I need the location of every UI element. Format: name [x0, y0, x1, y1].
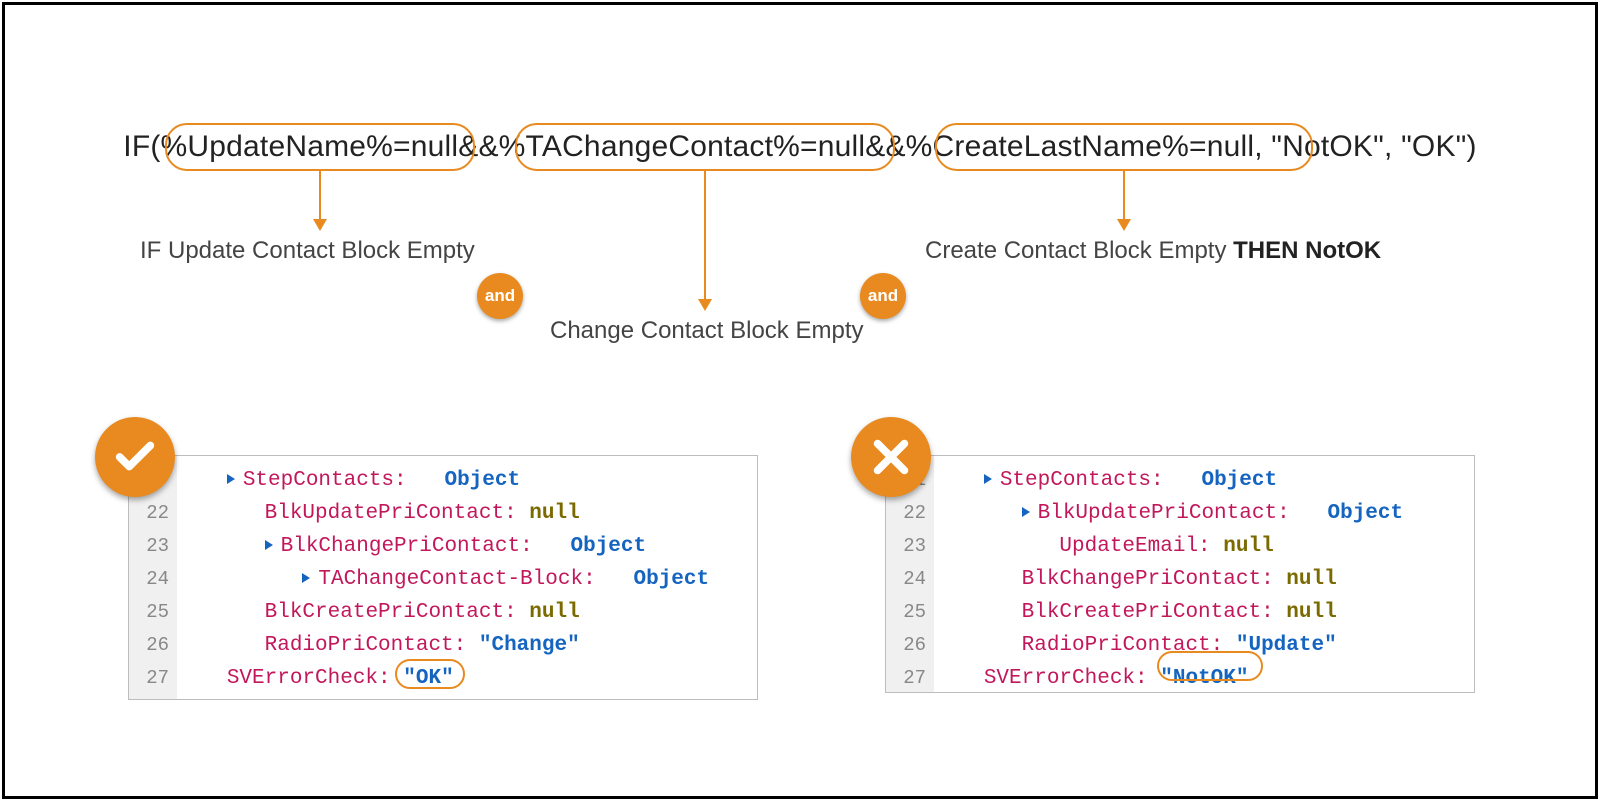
line-number: 22: [129, 497, 177, 530]
code-key: StepContacts: [1000, 469, 1151, 492]
expand-triangle-icon: [265, 540, 273, 550]
ring-ok: [395, 659, 465, 689]
line-number: 27: [129, 662, 177, 695]
code-value: Object: [571, 535, 647, 558]
line-number: 24: [129, 563, 177, 596]
code-line: StepContacts: Object: [189, 464, 747, 497]
code-value: Object: [1201, 469, 1277, 492]
check-badge: [95, 417, 175, 497]
code-line: BlkCreatePriContact: null: [946, 596, 1464, 629]
line-number: 26: [129, 629, 177, 662]
code-line: StepContacts: Object: [946, 464, 1464, 497]
explain-create: Create Contact Block Empty THEN NotOK: [925, 237, 1381, 265]
code-line: RadioPriContact: "Change": [189, 629, 747, 662]
check-icon: [112, 434, 158, 480]
line-number: 27: [886, 662, 934, 695]
diagram-frame: IF(%UpdateName%=null&&%TAChangeContact%=…: [2, 2, 1598, 799]
and-badge-2: and: [860, 273, 906, 319]
code-key: SVErrorCheck: [984, 667, 1135, 690]
cross-badge: [851, 417, 931, 497]
code-value: null: [1223, 535, 1273, 558]
pill-createlastname: [935, 123, 1313, 171]
explain-change: Change Contact Block Empty: [550, 317, 864, 345]
code-key: UpdateEmail: [1059, 535, 1198, 558]
expand-triangle-icon: [1022, 507, 1030, 517]
code-value: Object: [444, 469, 520, 492]
code-line: BlkChangePriContact: null: [946, 563, 1464, 596]
code-line: BlkChangePriContact: Object: [189, 530, 747, 563]
code-ok: StepContacts: Object BlkUpdatePriContact…: [177, 456, 757, 699]
arrow-head-1: [313, 219, 327, 231]
code-line: UpdateEmail: null: [946, 530, 1464, 563]
arrow-shaft-1: [319, 171, 321, 221]
code-value: null: [529, 601, 579, 624]
code-value: null: [1286, 568, 1336, 591]
code-line: TAChangeContact-Block: Object: [189, 563, 747, 596]
line-number: 23: [886, 530, 934, 563]
cross-icon: [868, 434, 914, 480]
line-number: 26: [886, 629, 934, 662]
code-value: null: [529, 502, 579, 525]
code-key: TAChangeContact-Block: [318, 568, 583, 591]
code-key: BlkCreatePriContact: [265, 601, 504, 624]
and-badge-1: and: [477, 273, 523, 319]
code-key: StepContacts: [243, 469, 394, 492]
code-value: "Change": [479, 634, 580, 657]
explain-create-bold: THEN NotOK: [1233, 237, 1381, 264]
expand-triangle-icon: [227, 474, 235, 484]
line-number: 24: [886, 563, 934, 596]
code-line: SVErrorCheck: "OK": [189, 662, 747, 695]
explain-create-prefix: Create Contact Block Empty: [925, 237, 1233, 264]
arrow-head-2: [698, 299, 712, 311]
pill-updatename: [165, 123, 475, 171]
code-key: RadioPriContact: [265, 634, 454, 657]
pill-tachange: [515, 123, 895, 171]
code-key: SVErrorCheck: [227, 667, 378, 690]
expand-triangle-icon: [984, 474, 992, 484]
code-key: BlkCreatePriContact: [1022, 601, 1261, 624]
code-value: null: [1286, 601, 1336, 624]
code-line: BlkUpdatePriContact: null: [189, 497, 747, 530]
code-key: BlkUpdatePriContact: [265, 502, 504, 525]
expand-triangle-icon: [302, 573, 310, 583]
line-number: 25: [129, 596, 177, 629]
code-key: BlkChangePriContact: [281, 535, 520, 558]
line-number: 25: [886, 596, 934, 629]
code-key: BlkChangePriContact: [1022, 568, 1261, 591]
code-value: Object: [634, 568, 710, 591]
line-number: 22: [886, 497, 934, 530]
ring-notok: [1157, 651, 1263, 681]
arrow-shaft-2: [704, 171, 706, 301]
explain-update: IF Update Contact Block Empty: [140, 237, 475, 265]
code-line: BlkUpdatePriContact: Object: [946, 497, 1464, 530]
arrow-shaft-3: [1123, 171, 1125, 221]
line-number: 23: [129, 530, 177, 563]
code-line: BlkCreatePriContact: null: [189, 596, 747, 629]
code-value: Object: [1328, 502, 1404, 525]
arrow-head-3: [1117, 219, 1131, 231]
code-key: BlkUpdatePriContact: [1038, 502, 1277, 525]
